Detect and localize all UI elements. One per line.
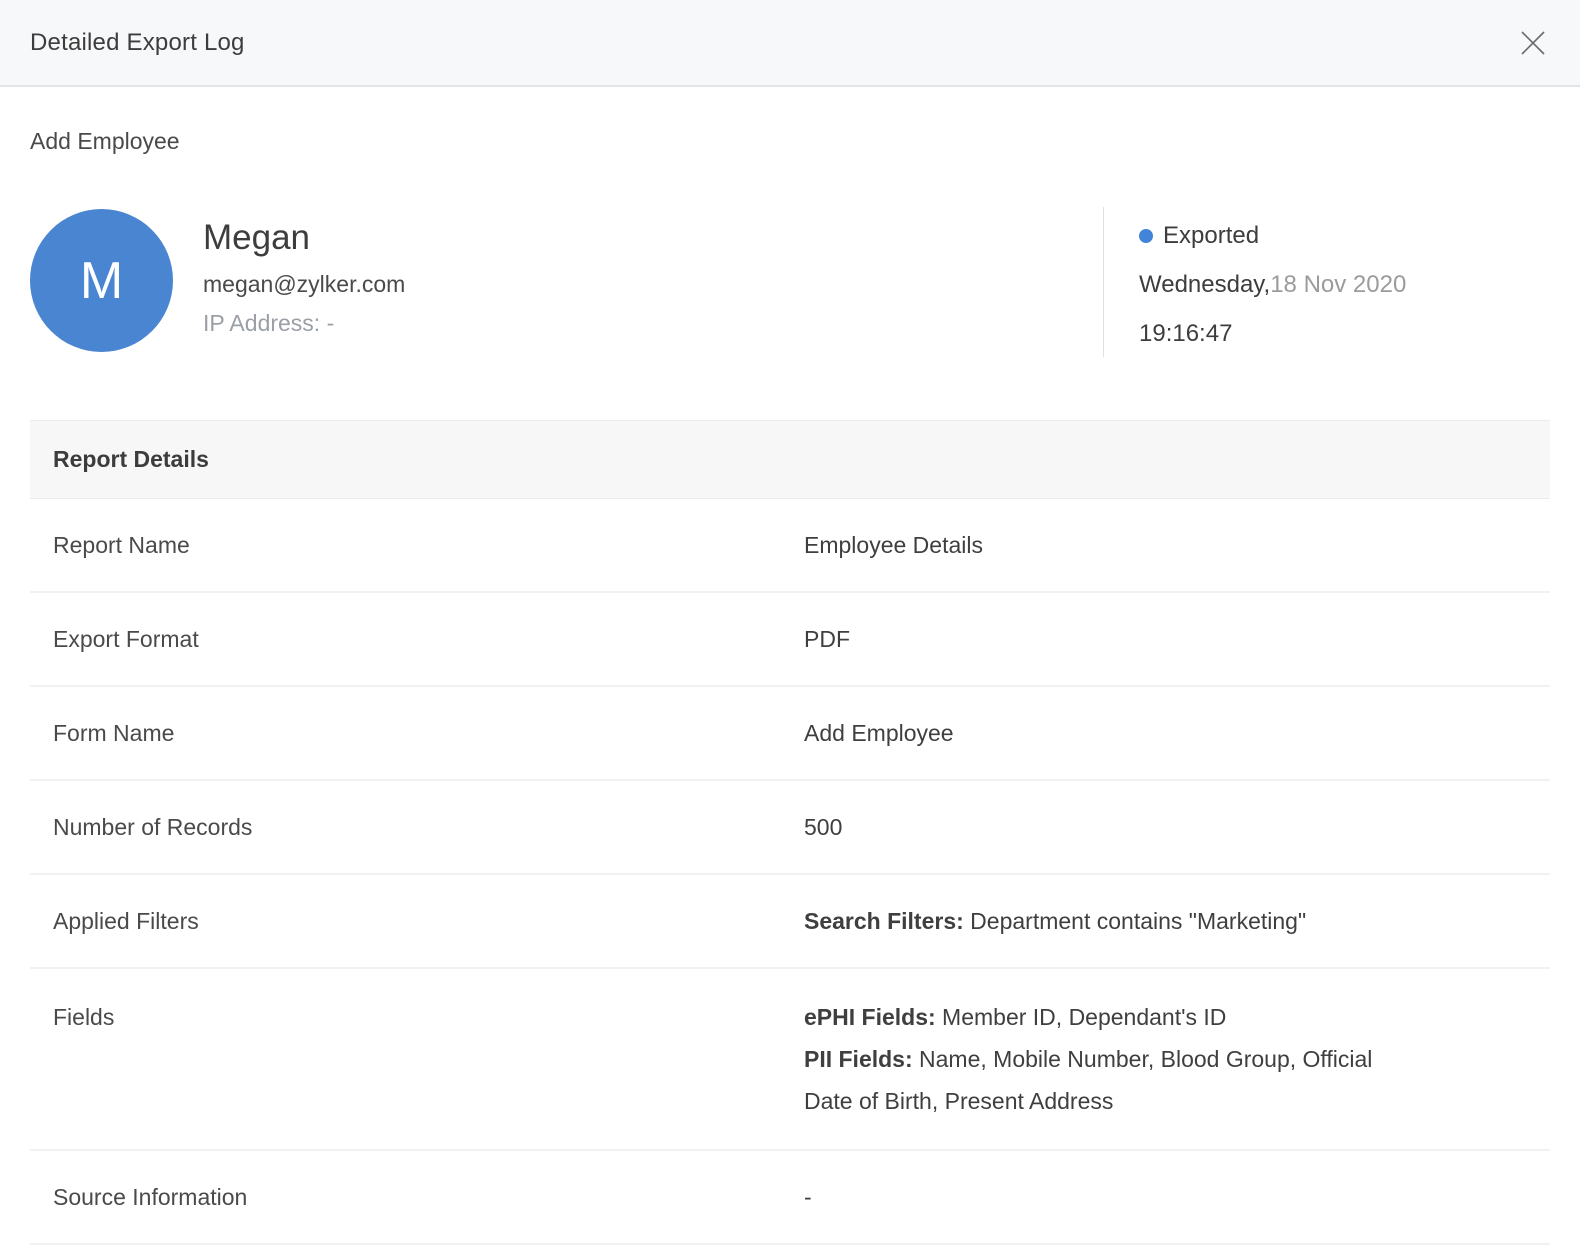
table-row-export-format: Export Format PDF [30, 593, 1550, 687]
row-value: Search Filters: Department contains "Mar… [804, 908, 1306, 934]
modal-body: Add Employee M Megan megan@zylker.com IP… [0, 87, 1580, 1245]
row-value: - [804, 1184, 812, 1210]
row-label: Number of Records [53, 814, 804, 840]
modal-header: Detailed Export Log [0, 0, 1580, 87]
user-name: Megan [203, 218, 405, 258]
form-name-label: Add Employee [30, 128, 1550, 155]
section-title: Report Details [53, 446, 209, 473]
status-dot-icon [1139, 229, 1153, 243]
table-row-number-of-records: Number of Records 500 [30, 781, 1550, 875]
filters-text: Department contains "Marketing" [964, 908, 1306, 934]
user-summary-row: M Megan megan@zylker.com IP Address: - E… [30, 207, 1550, 357]
user-info: Megan megan@zylker.com IP Address: - [203, 207, 405, 357]
row-value: Add Employee [804, 720, 954, 746]
status-label: Exported [1163, 221, 1259, 251]
pii-fields-line: PII Fields: Name, Mobile Number, Blood G… [804, 1038, 1424, 1122]
row-label: Form Name [53, 720, 804, 746]
close-icon [1518, 28, 1548, 58]
status-time: 19:16:47 [1139, 319, 1550, 349]
row-label: Fields [53, 996, 804, 1038]
report-details-table: Report Name Employee Details Export Form… [30, 499, 1550, 1245]
row-value: ePHI Fields: Member ID, Dependant's ID P… [804, 996, 1424, 1122]
table-row-source-information: Source Information - [30, 1151, 1550, 1245]
ephi-fields-line: ePHI Fields: Member ID, Dependant's ID [804, 996, 1424, 1038]
status-day: Wednesday, [1139, 270, 1270, 300]
table-row-form-name: Form Name Add Employee [30, 687, 1550, 781]
status-date: Wednesday, 18 Nov 2020 [1139, 270, 1550, 300]
modal-title: Detailed Export Log [30, 29, 245, 57]
status-date-value: 18 Nov 2020 [1270, 270, 1406, 300]
close-button[interactable] [1516, 26, 1550, 60]
ephi-bold-prefix: ePHI Fields: [804, 1004, 936, 1030]
ephi-text: Member ID, Dependant's ID [936, 1004, 1227, 1030]
table-row-fields: Fields ePHI Fields: Member ID, Dependant… [30, 969, 1550, 1151]
export-status-block: Exported Wednesday, 18 Nov 2020 19:16:47 [1103, 207, 1550, 357]
table-row-report-name: Report Name Employee Details [30, 499, 1550, 593]
row-label: Source Information [53, 1184, 804, 1210]
pii-bold-prefix: PII Fields: [804, 1046, 913, 1072]
user-email: megan@zylker.com [203, 271, 405, 297]
table-row-applied-filters: Applied Filters Search Filters: Departme… [30, 875, 1550, 969]
user-ip-address: IP Address: - [203, 310, 405, 336]
report-details-section-header: Report Details [30, 420, 1550, 499]
avatar: M [30, 209, 173, 352]
row-label: Applied Filters [53, 908, 804, 934]
row-label: Export Format [53, 626, 804, 652]
row-value: Employee Details [804, 532, 983, 558]
filters-bold-prefix: Search Filters: [804, 908, 964, 934]
row-value: PDF [804, 626, 850, 652]
status-line: Exported [1139, 221, 1550, 251]
row-value: 500 [804, 814, 842, 840]
row-label: Report Name [53, 532, 804, 558]
